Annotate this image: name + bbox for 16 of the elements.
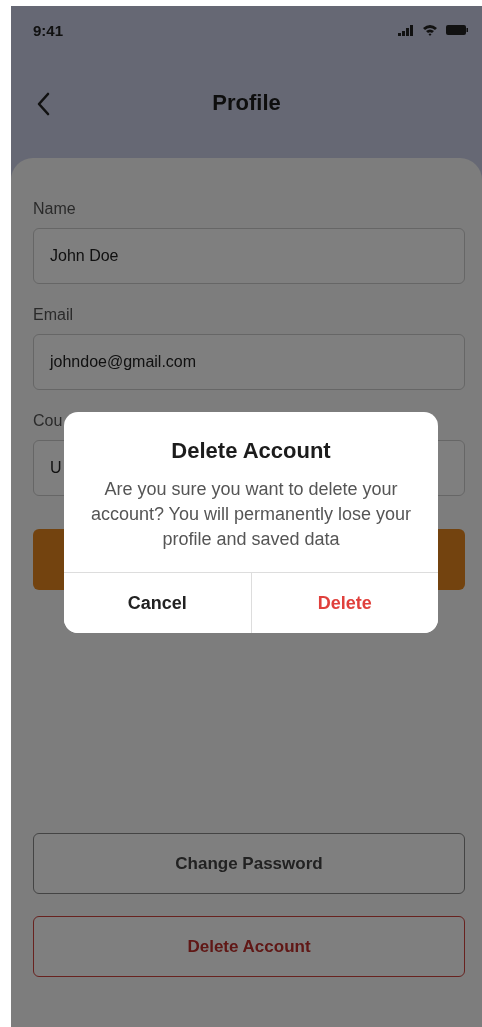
field-label: Email: [33, 306, 73, 324]
dialog-title: Delete Account: [171, 438, 331, 464]
input-field[interactable]: johndoe@gmail.com: [33, 334, 465, 390]
signal-icon: [398, 24, 414, 36]
action-button[interactable]: Change Password: [33, 833, 465, 894]
wifi-icon: [422, 24, 438, 36]
input-field[interactable]: John Doe: [33, 228, 465, 284]
dialog-message: Are you sure you want to delete your account? You will permanently lose your profile and saved data: [89, 478, 413, 551]
dialog-button[interactable]: Delete: [250, 573, 438, 633]
field-label: Name: [33, 200, 76, 218]
status-time: 9:41: [33, 21, 64, 39]
battery-icon: [446, 25, 468, 35]
screen-title: Profile: [212, 90, 281, 116]
field-label: Cou: [33, 412, 63, 430]
action-button[interactable]: Delete Account: [33, 916, 465, 977]
back-icon[interactable]: [36, 92, 50, 116]
